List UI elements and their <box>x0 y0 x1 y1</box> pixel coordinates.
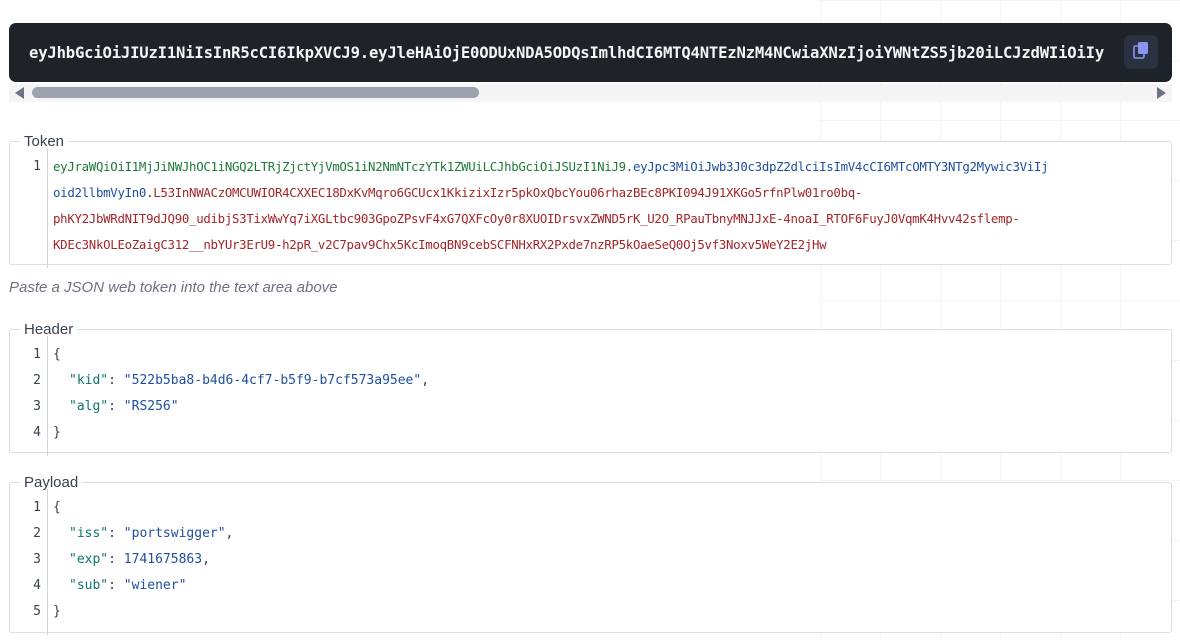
json-key: "alg" <box>69 399 109 414</box>
horizontal-scrollbar[interactable] <box>9 84 1172 102</box>
token-line-3: phKY2JbWRdNIT9dJQ90_udibjS3TixWwYq7iXGLt… <box>10 206 1171 232</box>
paste-hint: Paste a JSON web token into the text are… <box>9 279 338 296</box>
json-value: "522b5ba8-b4d6-4cf7-b5f9-b7cf573a95ee" <box>123 373 422 388</box>
payload-line-4: 4 "sub": "wiener" <box>33 578 187 593</box>
header-panel[interactable]: Header 1 { 2 "kid": "522b5ba8-b4d6-4cf7-… <box>9 321 1172 456</box>
json-value: 1741675863 <box>123 552 203 567</box>
json-value: "RS256" <box>123 399 179 414</box>
token-line-1: 1 eyJraWQiOiI1MjJiNWJhOC1iNGQ2LTRjZjctYj… <box>10 154 1171 180</box>
json-value: "portswigger" <box>123 526 226 541</box>
payload-line-5: 5 } <box>10 599 1171 625</box>
header-line-3: 3 "alg": "RS256" <box>33 399 179 414</box>
token-signature-segment-b: phKY2JbWRdNIT9dJQ90_udibjS3TixWwYq7iXGLt… <box>53 211 1020 226</box>
open-brace: { <box>53 347 61 362</box>
token-signature-segment-c: KDEc3NkOLEoZaigC312__nbYUr3ErU9-h2pR_v2C… <box>53 237 827 252</box>
copy-button[interactable] <box>1124 35 1158 69</box>
close-brace: } <box>53 425 61 440</box>
scrollbar-thumb[interactable] <box>32 87 479 98</box>
open-brace: { <box>53 500 61 515</box>
close-brace: } <box>53 604 61 619</box>
header-line-2: 2 "kid": "522b5ba8-b4d6-4cf7-b5f9-b7cf57… <box>33 373 430 388</box>
token-line-2: oid2llbmVyIn0.L53InNWACzOMCUWIOR4CXXEC18… <box>53 185 863 200</box>
token-signature-segment-a: L53InNWACzOMCUWIOR4CXXEC18DxKvMqro6GCUcx… <box>153 185 863 200</box>
encoded-token-bar: eyJhbGciOiJIUzI1NiIsInR5cCI6IkpXVCJ9.eyJ… <box>9 23 1172 82</box>
payload-line-1: 1 { <box>10 495 1171 521</box>
payload-line-2: 2 "iss": "portswigger", <box>33 526 234 541</box>
arrow-left-icon[interactable] <box>15 87 24 99</box>
payload-editor[interactable]: 1 { 2 "iss": "portswigger", 3 "exp": 174… <box>10 489 1171 635</box>
token-header-segment: eyJraWQiOiI1MjJiNWJhOC1iNGQ2LTRjZjctYjVm… <box>53 159 626 174</box>
header-line-4: 4 } <box>10 420 1171 446</box>
encoded-token-text: eyJhbGciOiJIUzI1NiIsInR5cCI6IkpXVCJ9.eyJ… <box>29 44 1105 62</box>
token-payload-segment-a: eyJpc3MiOiJwb3J0c3dpZ2dlciIsImV4cCI6MTcO… <box>632 159 1049 174</box>
payload-panel[interactable]: Payload 1 { 2 "iss": "portswigger", 3 "e… <box>9 474 1172 635</box>
json-key: "kid" <box>69 373 109 388</box>
payload-line-3: 3 "exp": 1741675863, <box>33 552 210 567</box>
header-editor[interactable]: 1 { 2 "kid": "522b5ba8-b4d6-4cf7-b5f9-b7… <box>10 336 1171 456</box>
json-value: "wiener" <box>123 578 187 593</box>
token-payload-segment-b: oid2llbmVyIn0 <box>53 185 147 200</box>
token-editor[interactable]: 1 eyJraWQiOiI1MjJiNWJhOC1iNGQ2LTRjZjctYj… <box>10 148 1171 268</box>
token-line-4: KDEc3NkOLEoZaigC312__nbYUr3ErU9-h2pR_v2C… <box>10 232 1171 258</box>
copy-icon <box>1131 40 1151 64</box>
header-line-1: 1 { <box>10 342 1171 368</box>
json-key: "iss" <box>69 526 109 541</box>
line-number: 1 <box>33 159 41 174</box>
json-key: "sub" <box>69 578 109 593</box>
json-key: "exp" <box>69 552 109 567</box>
arrow-right-icon[interactable] <box>1157 87 1166 99</box>
token-panel[interactable]: Token 1 eyJraWQiOiI1MjJiNWJhOC1iNGQ2LTRj… <box>9 133 1172 268</box>
